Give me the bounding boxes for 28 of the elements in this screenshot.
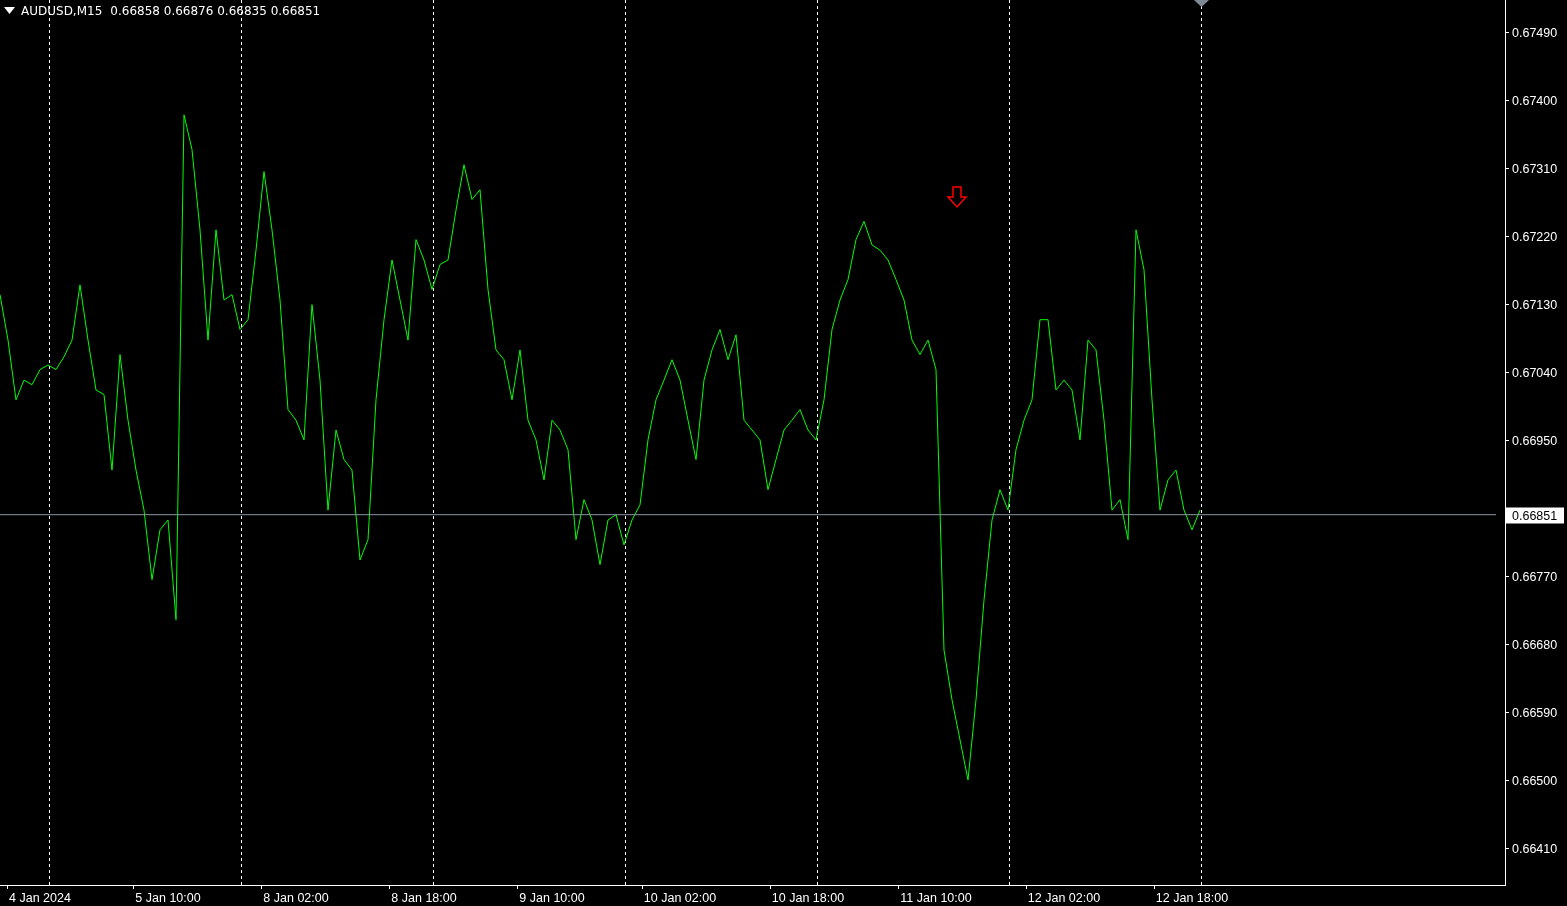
- price-axis-label: 0.67490: [1512, 25, 1558, 40]
- time-axis-label: 8 Jan 02:00: [263, 891, 329, 905]
- chart-shift-marker-icon[interactable]: [1194, 0, 1209, 7]
- current-price-label: 0.66851: [1506, 507, 1564, 524]
- time-axis-label: 9 Jan 10:00: [519, 891, 585, 905]
- time-axis-label: 10 Jan 02:00: [643, 891, 717, 905]
- price-axis-label: 0.67220: [1512, 229, 1558, 244]
- price-axis-label: 0.66410: [1512, 841, 1558, 856]
- price-axis-label: 0.66500: [1512, 773, 1558, 788]
- price-axis-label: 0.67310: [1512, 161, 1558, 176]
- price-axis-label: 0.67400: [1512, 93, 1558, 108]
- price-axis-label: 0.66680: [1512, 637, 1558, 652]
- ohlc-quotes: 0.66858 0.66876 0.66835 0.66851: [110, 3, 321, 20]
- time-axis-label: 12 Jan 18:00: [1155, 891, 1229, 905]
- time-axis-label: 11 Jan 10:00: [900, 891, 972, 905]
- symbol-label: AUDUSD,M15: [21, 3, 103, 20]
- time-axis-label: 10 Jan 18:00: [771, 891, 845, 905]
- price-axis-label: 0.66770: [1512, 569, 1558, 584]
- time-axis-label: 12 Jan 02:00: [1027, 891, 1101, 905]
- price-axis-label: 0.67040: [1512, 365, 1558, 380]
- time-axis-label: 8 Jan 18:00: [391, 891, 457, 905]
- time-axis-label: 4 Jan 2024: [9, 891, 71, 905]
- down-arrow-icon: [946, 186, 968, 209]
- dropdown-triangle-icon[interactable]: [4, 7, 15, 15]
- price-axis-label: 0.66590: [1512, 705, 1558, 720]
- price-axis-label: 0.66950: [1512, 433, 1558, 448]
- price-axis-label: 0.67130: [1512, 297, 1558, 312]
- time-axis-label: 5 Jan 10:00: [135, 891, 201, 905]
